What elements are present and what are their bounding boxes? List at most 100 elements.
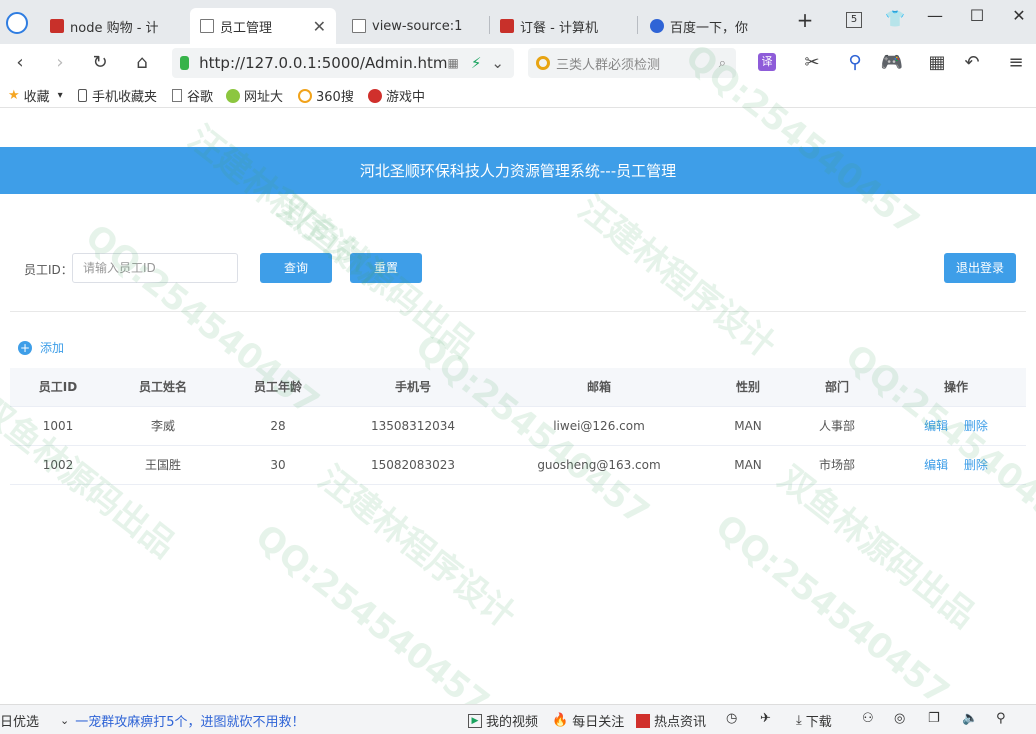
add-label: 添加 (40, 341, 65, 355)
bookmark-favorites[interactable]: ★ 收藏 ▾ (8, 86, 63, 105)
add-button[interactable]: + 添加 (18, 339, 64, 356)
tab-view-source[interactable]: view-source:1 (342, 8, 488, 44)
star-icon: ★ (8, 88, 20, 103)
cell-name: 王国胜 (106, 445, 220, 485)
bookmark-mobile[interactable]: 手机收藏夹 (78, 86, 157, 105)
cell-age: 30 (220, 445, 336, 485)
volume-icon[interactable]: 🔈 (962, 711, 978, 726)
address-bar[interactable]: http://127.0.0.1:5000/Admin.htm ▦ ⚡ ⌄ (172, 48, 514, 78)
reset-button[interactable]: 重置 (350, 253, 422, 283)
window-icon[interactable]: ❐ (928, 711, 940, 726)
tab-order-food[interactable]: 订餐 - 计算机 (490, 8, 636, 44)
chevron-down-icon[interactable]: ⌄ (491, 54, 504, 72)
browser-status-bar: 日优选 ⌄ 一宠群攻麻痹打5个，进图就砍不用救！ ▶ 我的视频 🔥 每日关注 热… (0, 704, 1036, 734)
tab-count-badge[interactable]: 5 (846, 12, 862, 28)
table-header-row: 员工ID 员工姓名 员工年龄 手机号 邮箱 性别 部门 操作 (10, 368, 1026, 407)
hot-news-button[interactable]: 热点资讯 (636, 711, 706, 730)
back-icon[interactable]: ‹ (8, 52, 32, 74)
page-icon (352, 19, 366, 33)
col-header: 员工年龄 (220, 368, 336, 407)
tab-label: 订餐 - 计算机 (520, 20, 598, 36)
table-row: 1001 李威 28 13508312034 liwei@126.com MAN… (10, 406, 1026, 446)
cell-id: 1001 (10, 406, 106, 446)
minimize-icon[interactable]: — (920, 6, 950, 25)
tab-label: 员工管理 (220, 20, 273, 36)
my-video-button[interactable]: ▶ 我的视频 (468, 711, 538, 730)
apps-grid-icon[interactable]: ▦ (925, 52, 949, 74)
flame-icon: 🔥 (552, 713, 569, 728)
bookmark-site-nav[interactable]: 网址大 (226, 86, 283, 105)
favicon-icon (50, 19, 64, 33)
home-icon[interactable]: ⌂ (130, 52, 154, 74)
refresh-icon[interactable]: ↻ (88, 52, 112, 74)
col-header: 邮箱 (490, 368, 708, 407)
news-text: 一宠群攻麻痹打5个，进图就砍不用救！ (75, 715, 305, 730)
bookmark-games[interactable]: 游戏中 (368, 86, 425, 105)
bookmark-label: 谷歌 (187, 90, 214, 105)
zoom-icon[interactable]: ⚲ (996, 711, 1006, 726)
col-header: 员工ID (10, 368, 106, 407)
divider (10, 311, 1026, 312)
cell-email: liwei@126.com (490, 406, 708, 446)
maximize-icon[interactable]: ☐ (962, 6, 992, 25)
page-header: 河北圣顺环保科技人力资源管理系统---员工管理 (0, 147, 1036, 194)
tab-label: view-source:1 (372, 18, 463, 34)
cell-actions: 编辑 删除 (886, 445, 1026, 485)
site-icon (226, 88, 240, 103)
watermark-qq: QQ:254540457 (707, 506, 957, 714)
search-box[interactable]: 三类人群必须检测 ⌕ (528, 48, 736, 78)
status-left-label[interactable]: 日优选 (0, 711, 39, 730)
page-icon (200, 19, 214, 33)
bookmark-google[interactable]: 谷歌 (172, 86, 213, 105)
daily-focus-button[interactable]: 🔥 每日关注 (552, 711, 624, 730)
col-header: 操作 (886, 368, 1026, 407)
glasses-icon[interactable]: ⚇ (862, 711, 874, 726)
scissors-icon[interactable]: ✂ (800, 52, 824, 74)
qr-icon[interactable]: ▦ (448, 56, 459, 70)
employee-id-input[interactable] (72, 253, 238, 283)
bookmark-label: 游戏中 (386, 90, 426, 105)
magnifier-icon[interactable]: ⚲ (843, 52, 867, 74)
news-icon (636, 713, 650, 728)
gamepad-icon[interactable]: 🎮 (880, 52, 904, 74)
search-placeholder: 三类人群必须检测 (556, 57, 661, 73)
rocket-icon[interactable]: ✈ (760, 711, 771, 726)
delete-link[interactable]: 删除 (964, 419, 988, 433)
bookmark-360[interactable]: 360搜 (298, 86, 354, 105)
url-text[interactable]: http://127.0.0.1:5000/Admin.htm (199, 54, 447, 72)
cell-dept: 人事部 (788, 406, 886, 446)
query-button[interactable]: 查询 (260, 253, 332, 283)
translate-icon[interactable]: 译 (758, 53, 776, 71)
table-row: 1002 王国胜 30 15082083023 guosheng@163.com… (10, 445, 1026, 485)
tab-separator (637, 16, 638, 34)
col-header: 性别 (708, 368, 788, 407)
search-icon[interactable]: ⌕ (719, 56, 726, 71)
search360-icon (298, 88, 312, 103)
close-window-icon[interactable]: ✕ (1004, 6, 1034, 25)
news-ticker[interactable]: ⌄ 一宠群攻麻痹打5个，进图就砍不用救！ (60, 711, 305, 730)
browser-logo-icon[interactable] (6, 12, 28, 34)
lightning-icon[interactable]: ⚡ (471, 54, 482, 72)
edit-link[interactable]: 编辑 (924, 419, 948, 433)
bookmark-label: 收藏 (23, 90, 50, 105)
game-icon (368, 88, 382, 103)
bookmarks-bar: ★ 收藏 ▾ 手机收藏夹 谷歌 网址大 360搜 游戏中 (0, 82, 1036, 108)
download-button[interactable]: ⤓ 下载 (796, 711, 832, 730)
delete-link[interactable]: 删除 (964, 458, 988, 472)
edit-link[interactable]: 编辑 (924, 458, 948, 472)
close-tab-icon[interactable]: ✕ (305, 17, 326, 36)
tab-employee-manage[interactable]: 员工管理 ✕ (190, 8, 336, 44)
skin-icon[interactable]: 👕 (880, 9, 910, 28)
undo-icon[interactable]: ↶ (960, 52, 984, 74)
logout-button[interactable]: 退出登录 (944, 253, 1016, 283)
chevron-down-icon: ⌄ (60, 714, 70, 727)
watermark-qq: QQ:254540457 (247, 516, 497, 724)
menu-icon[interactable]: ≡ (1004, 52, 1028, 74)
browser-icon[interactable]: ◎ (894, 711, 905, 726)
forward-icon[interactable]: › (48, 52, 72, 74)
tab-node-shop[interactable]: node 购物 - 计 (40, 8, 190, 44)
new-tab-button[interactable]: + (790, 8, 820, 32)
page-title: 河北圣顺环保科技人力资源管理系统---员工管理 (359, 162, 677, 180)
tab-baidu[interactable]: 百度一下，你 (640, 8, 786, 44)
history-icon[interactable]: ◷ (726, 711, 737, 726)
